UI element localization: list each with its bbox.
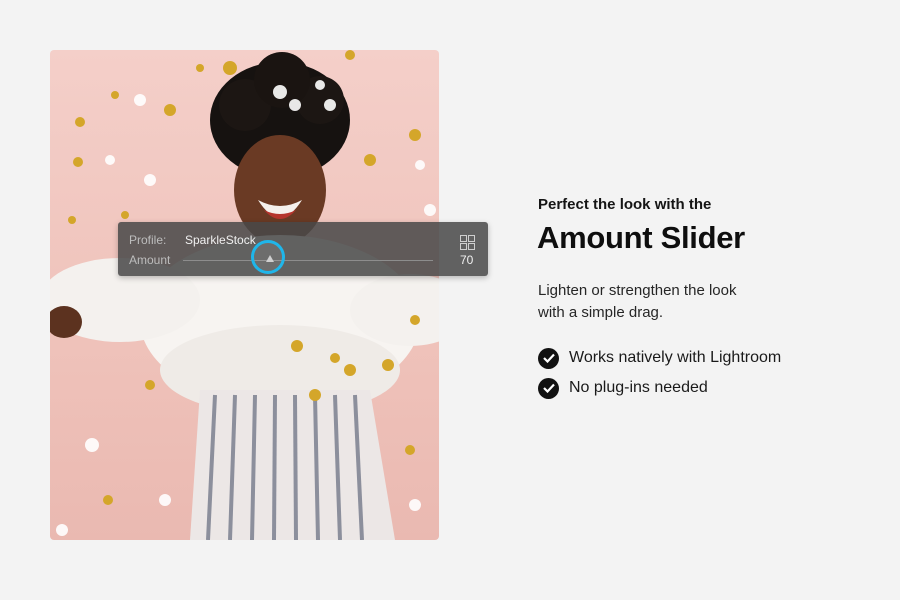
kicker-text: Perfect the look with the (538, 196, 712, 213)
amount-slider-handle[interactable] (266, 255, 274, 262)
feature-item: No plug-ins needed (538, 377, 708, 399)
description: Lighten or strengthen the look with a si… (538, 280, 858, 324)
feature-item: Works natively with Lightroom (538, 347, 781, 369)
feature-text: Works natively with Lightroom (569, 349, 782, 366)
page-title: Amount Slider (537, 220, 745, 255)
check-circle-icon (538, 347, 559, 369)
feature-text: No plug-ins needed (569, 379, 708, 396)
woman-with-confetti-illustration (50, 50, 439, 540)
description-line-2: with a simple drag. (538, 304, 664, 321)
description-line-1: Lighten or strengthen the look (538, 282, 737, 299)
amount-value[interactable]: 70 (460, 253, 473, 267)
profile-amount-panel: Profile: SparkleStock Amount 70 (118, 222, 488, 276)
amount-label: Amount (129, 253, 171, 267)
grid-icon[interactable] (460, 235, 475, 250)
amount-slider-track[interactable] (183, 260, 433, 261)
hero-photo (50, 50, 439, 540)
profile-label: Profile: (129, 233, 167, 247)
check-circle-icon (538, 377, 559, 399)
profile-name[interactable]: SparkleStock (185, 233, 256, 247)
